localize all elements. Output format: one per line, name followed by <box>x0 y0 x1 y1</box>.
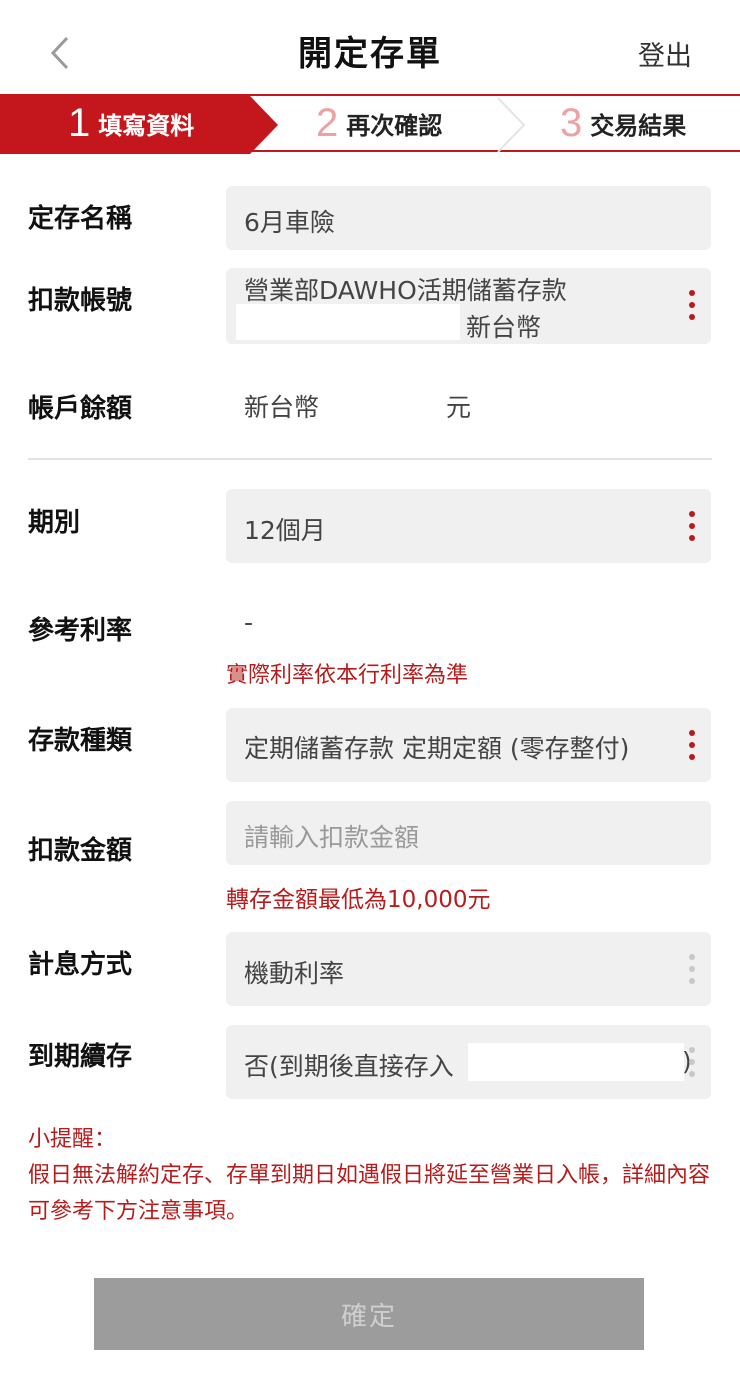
deposit-name-label: 定存名稱 <box>28 204 133 234</box>
reminder-title: 小提醒： <box>28 1127 117 1152</box>
deposit-type-label: 存款種類 <box>28 726 133 756</box>
debit-account-currency: 新台幣 <box>466 313 542 342</box>
deposit-name-value: 6月車險 <box>244 208 335 237</box>
amount-note: 轉存金額最低為10,000元 <box>226 887 491 913</box>
more-options-icon <box>685 730 699 760</box>
step-number: 2 <box>316 101 339 145</box>
account-number-mask <box>468 1043 684 1081</box>
step-label: 交易結果 <box>590 111 687 140</box>
period-label: 期別 <box>28 508 81 538</box>
step-number: 1 <box>68 101 91 145</box>
account-number-mask <box>236 304 460 340</box>
period-select[interactable]: 12個月 <box>226 489 711 563</box>
debit-amount-label: 扣款金額 <box>28 836 133 866</box>
section-divider <box>28 458 712 460</box>
step-label: 填寫資料 <box>98 111 195 140</box>
balance-unit: 元 <box>446 393 472 422</box>
deposit-name-input[interactable]: 6月車險 <box>226 186 711 250</box>
more-options-icon <box>685 290 699 320</box>
reminder-notice: 小提醒： 假日無法解約定存、存單到期日如遇假日將延至營業日入帳，詳細內容可參考下… <box>28 1122 718 1230</box>
deposit-type-select[interactable]: 定期儲蓄存款 定期定額 (零存整付) <box>226 708 711 782</box>
renewal-value: 否(到期後直接存入 <box>244 1052 454 1081</box>
debit-account-select[interactable]: 營業部DAWHO活期儲蓄存款 新台幣 <box>226 268 711 344</box>
period-value: 12個月 <box>244 516 326 545</box>
step-indicator: 1 填寫資料 2 再次確認 3 交易結果 <box>0 94 740 154</box>
more-options-icon <box>685 954 699 984</box>
logout-button[interactable]: 登出 <box>638 34 692 73</box>
step-fill-info: 1 填寫資料 <box>68 96 194 150</box>
deposit-type-value: 定期儲蓄存款 定期定額 (零存整付) <box>244 734 630 763</box>
debit-account-name: 營業部DAWHO活期儲蓄存款 <box>244 276 567 305</box>
reminder-text: 假日無法解約定存、存單到期日如遇假日將延至營業日入帳，詳細內容可參考下方注意事項… <box>28 1163 711 1224</box>
reference-rate-label: 參考利率 <box>28 616 133 646</box>
confirm-button[interactable]: 確定 <box>94 1278 644 1350</box>
more-options-icon <box>685 1047 699 1077</box>
interest-method-select[interactable]: 機動利率 <box>226 932 711 1006</box>
step-number: 3 <box>560 101 583 145</box>
interest-method-label: 計息方式 <box>28 950 133 980</box>
more-options-icon <box>685 511 699 541</box>
account-balance-label: 帳戶餘額 <box>28 394 133 424</box>
app-header: 開定存單 登出 <box>0 0 740 94</box>
reference-rate-value: - <box>244 608 254 637</box>
maturity-renewal-label: 到期續存 <box>28 1042 133 1072</box>
debit-amount-placeholder: 請輸入扣款金額 <box>244 823 420 852</box>
interest-method-value: 機動利率 <box>244 959 345 988</box>
debit-account-label: 扣款帳號 <box>28 286 133 316</box>
step-confirm: 2 再次確認 <box>316 96 442 150</box>
step-label: 再次確認 <box>346 111 443 140</box>
maturity-renewal-select[interactable]: 否(到期後直接存入 ) <box>226 1025 711 1099</box>
step-result: 3 交易結果 <box>560 96 686 150</box>
rate-note: 實際利率依本行利率為準 <box>226 663 469 688</box>
debit-amount-input[interactable]: 請輸入扣款金額 <box>226 801 711 865</box>
balance-currency: 新台幣 <box>244 393 320 422</box>
page-title: 開定存單 <box>298 34 442 74</box>
